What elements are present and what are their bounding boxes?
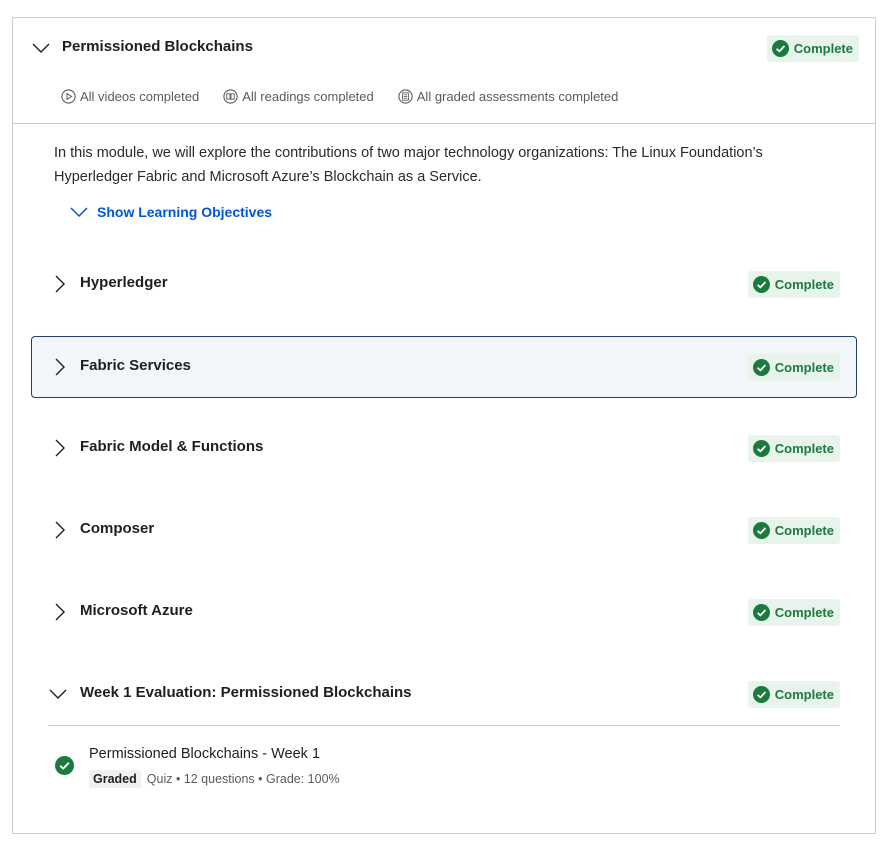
module-header[interactable]: Permissioned Blockchains Complete All vi…: [13, 18, 875, 124]
readings-summary: All readings completed: [223, 89, 374, 104]
lesson-status-badge: Complete: [747, 354, 840, 381]
check-circle-icon: [752, 276, 770, 293]
module-title: Permissioned Blockchains: [62, 38, 253, 55]
lesson-status-badge: Complete: [747, 599, 840, 626]
module-card: Permissioned Blockchains Complete All vi…: [12, 17, 876, 834]
play-circle-icon: [61, 89, 76, 104]
lesson-hyperledger[interactable]: Hyperledger Complete: [31, 253, 857, 315]
status-label: Complete: [793, 41, 853, 56]
chevron-right-icon: [55, 275, 65, 293]
lesson-composer[interactable]: Composer Complete: [31, 499, 857, 561]
show-learning-objectives-label: Show Learning Objectives: [97, 204, 273, 220]
module-summary: All videos completed All readings comple…: [61, 89, 642, 104]
status-label: Complete: [774, 441, 834, 456]
readings-summary-label: All readings completed: [242, 89, 374, 104]
lesson-fabric-model-functions[interactable]: Fabric Model & Functions Complete: [31, 417, 857, 479]
lesson-title: Microsoft Azure: [80, 602, 193, 619]
status-label: Complete: [774, 277, 834, 292]
assessments-summary-label: All graded assessments completed: [416, 89, 619, 104]
quiz-item-details: Quiz • 12 questions • Grade: 100%: [146, 772, 340, 786]
quiz-item-title[interactable]: Permissioned Blockchains - Week 1: [89, 746, 320, 762]
quiz-item[interactable]: Permissioned Blockchains - Week 1 Graded…: [55, 744, 555, 794]
lesson-status-badge: Complete: [747, 271, 840, 298]
lesson-title: Fabric Services: [80, 357, 191, 374]
check-circle-icon: [752, 604, 770, 621]
lesson-microsoft-azure[interactable]: Microsoft Azure Complete: [31, 581, 857, 643]
quiz-item-meta: Graded Quiz • 12 questions • Grade: 100%: [89, 770, 340, 788]
lesson-title: Fabric Model & Functions: [80, 438, 264, 455]
check-circle-icon: [752, 686, 770, 703]
lesson-status-badge: Complete: [747, 517, 840, 544]
module-description: In this module, we will explore the cont…: [54, 145, 763, 185]
status-label: Complete: [774, 360, 834, 375]
status-label: Complete: [774, 605, 834, 620]
lesson-fabric-services[interactable]: Fabric Services Complete: [31, 336, 857, 398]
assessments-summary: All graded assessments completed: [398, 89, 619, 104]
module-status-badge: Complete: [766, 35, 859, 62]
check-circle-icon: [752, 440, 770, 457]
check-circle-icon: [771, 40, 789, 57]
lesson-title: Week 1 Evaluation: Permissioned Blockcha…: [80, 684, 412, 701]
chevron-right-icon: [55, 358, 65, 376]
lesson-title: Composer: [80, 520, 155, 537]
divider: [48, 725, 840, 726]
chevron-down-icon[interactable]: [31, 38, 51, 58]
status-label: Complete: [774, 523, 834, 538]
chevron-right-icon: [55, 521, 65, 539]
chevron-down-icon: [70, 207, 88, 218]
check-circle-icon: [752, 522, 770, 539]
chevron-down-icon: [49, 689, 67, 699]
videos-summary: All videos completed: [61, 89, 199, 104]
lesson-title: Hyperledger: [80, 274, 168, 291]
assessment-list-icon: [398, 89, 413, 104]
lesson-status-badge: Complete: [747, 681, 840, 708]
status-label: Complete: [774, 687, 834, 702]
lesson-week1-evaluation[interactable]: Week 1 Evaluation: Permissioned Blockcha…: [31, 663, 857, 725]
chevron-right-icon: [55, 439, 65, 457]
chevron-right-icon: [55, 603, 65, 621]
videos-summary-label: All videos completed: [80, 89, 200, 104]
check-circle-icon: [55, 756, 74, 775]
book-open-icon: [223, 89, 238, 104]
check-circle-icon: [752, 359, 770, 376]
graded-tag: Graded: [89, 770, 141, 788]
show-learning-objectives-button[interactable]: Show Learning Objectives: [69, 202, 272, 222]
lesson-status-badge: Complete: [747, 435, 840, 462]
